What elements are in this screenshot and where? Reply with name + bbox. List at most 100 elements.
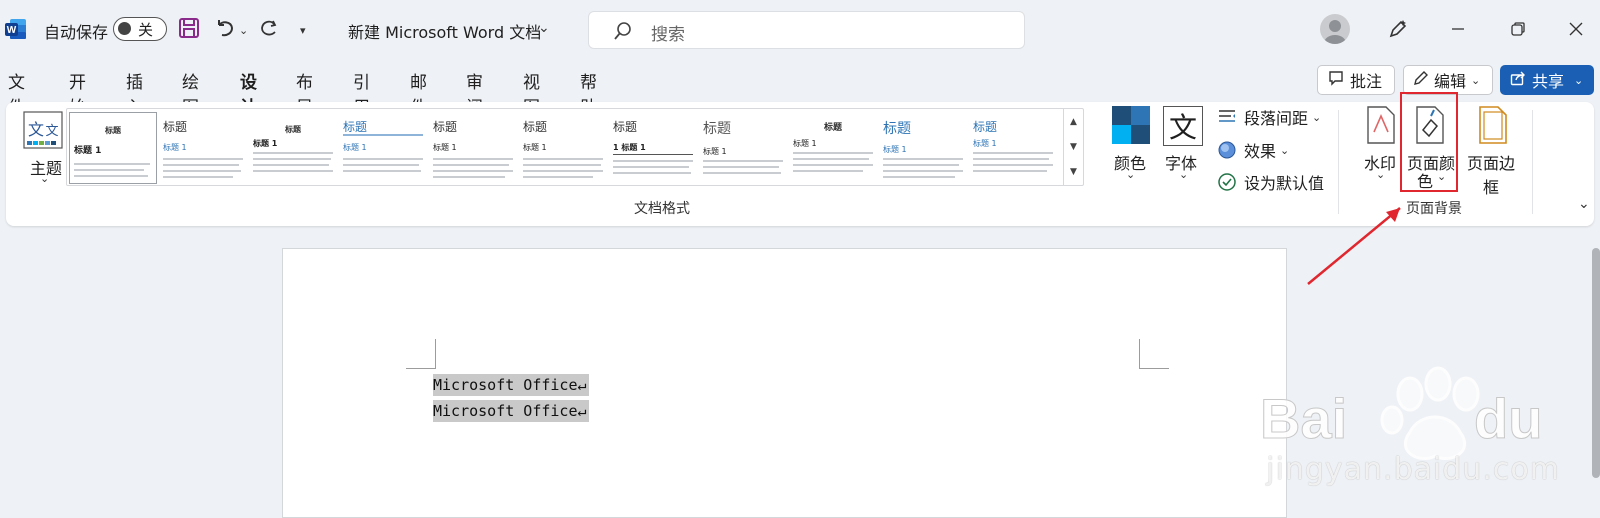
- style-set-gallery[interactable]: 标题 标题 1 标题 标题 1 标题 标题 1 标题 标题 1 标题 标题 1 …: [66, 108, 1084, 186]
- style-line: [253, 170, 333, 172]
- style-title: 标题: [523, 120, 548, 134]
- style-line: [793, 170, 863, 172]
- editing-mode-button[interactable]: 编辑 ⌄: [1403, 65, 1493, 95]
- style-set-7[interactable]: 标题 1 标题 1: [609, 112, 697, 184]
- style-line: [74, 169, 144, 171]
- close-icon[interactable]: [1564, 17, 1588, 41]
- style-title: 标题: [883, 121, 911, 137]
- style-set-1[interactable]: 标题 标题 1: [69, 112, 157, 184]
- gallery-scroll-down-icon[interactable]: ▼: [1064, 134, 1083, 159]
- style-set-8[interactable]: 标题 标题 1: [699, 112, 787, 184]
- minimize-icon[interactable]: [1446, 17, 1470, 41]
- document-text-line[interactable]: Microsoft Office↵: [433, 374, 589, 396]
- svg-text:文: 文: [45, 124, 58, 139]
- style-title: 标题: [105, 126, 121, 135]
- style-line: [613, 160, 693, 162]
- style-set-10[interactable]: 标题 标题 1: [879, 112, 967, 184]
- undo-icon[interactable]: [212, 15, 238, 41]
- page-background-group-label: 页面背景: [1406, 201, 1462, 217]
- style-line: [163, 158, 243, 160]
- watermark-button[interactable]: 水印 ⌄: [1356, 104, 1406, 192]
- style-line: [793, 158, 869, 160]
- autosave-toggle[interactable]: 关: [113, 17, 167, 41]
- style-set-3[interactable]: 标题 标题 1: [249, 112, 337, 184]
- style-line: [433, 164, 509, 166]
- effects-label: 效果: [1244, 142, 1277, 161]
- chevron-down-icon: ⌄: [1280, 143, 1290, 157]
- document-title[interactable]: 新建 Microsoft Word 文档: [348, 19, 541, 43]
- share-chevron-icon: ⌄: [1574, 73, 1584, 87]
- svg-text:文: 文: [28, 120, 44, 139]
- word-app-icon: W: [5, 17, 27, 41]
- edit-label: 编辑: [1434, 72, 1467, 91]
- colors-button[interactable]: 颜色 ⌄: [1106, 104, 1154, 192]
- style-heading: 标题 1: [163, 143, 187, 152]
- style-set-4[interactable]: 标题 标题 1: [339, 112, 427, 184]
- style-set-5[interactable]: 标题 标题 1: [429, 112, 517, 184]
- page-borders-button[interactable]: 页面边框: [1460, 104, 1522, 197]
- style-heading: 标题 1: [883, 145, 907, 154]
- style-set-6[interactable]: 标题 标题 1: [519, 112, 607, 184]
- style-set-11[interactable]: 标题 标题 1: [969, 112, 1057, 184]
- search-box[interactable]: 搜索: [588, 11, 1025, 49]
- set-as-default-label: 设为默认值: [1244, 174, 1325, 193]
- style-line: [253, 158, 331, 160]
- redo-icon[interactable]: [256, 15, 282, 41]
- crop-mark: [406, 339, 436, 369]
- watermark-chevron-icon: ⌄: [1376, 168, 1386, 181]
- style-set-2[interactable]: 标题 标题 1: [159, 112, 247, 184]
- style-rule: [613, 154, 693, 155]
- gallery-scrollbar: ▲ ▼ ▼: [1063, 109, 1083, 185]
- gallery-more-icon[interactable]: ▼: [1064, 159, 1083, 184]
- paragraph-spacing-label: 段落间距: [1244, 109, 1309, 128]
- style-line: [613, 172, 691, 174]
- style-line: [163, 164, 239, 166]
- paragraph-spacing-button[interactable]: 段落间距 ⌄: [1216, 105, 1321, 129]
- undo-dropdown-icon[interactable]: ⌄: [239, 24, 248, 37]
- style-title: 标题: [973, 120, 998, 134]
- avatar[interactable]: [1320, 14, 1350, 44]
- style-set-9[interactable]: 标题 标题 1: [789, 112, 877, 184]
- share-button[interactable]: 共享 ⌄: [1500, 65, 1594, 95]
- ribbon-collapse-chevron-icon[interactable]: ⌄: [1578, 196, 1590, 212]
- style-line: [973, 170, 1047, 172]
- style-line: [793, 164, 873, 166]
- share-icon: [1510, 70, 1526, 90]
- fonts-chevron-icon: ⌄: [1179, 168, 1189, 181]
- style-line: [523, 176, 593, 178]
- search-placeholder: 搜索: [651, 25, 685, 45]
- style-rule: [343, 134, 423, 136]
- svg-text:Bai: Bai: [1260, 387, 1347, 450]
- page-borders-label: 页面边框: [1466, 154, 1515, 197]
- style-line: [703, 172, 781, 174]
- customize-qat-icon[interactable]: ▾: [300, 24, 306, 37]
- gallery-scroll-up-icon[interactable]: ▲: [1064, 109, 1083, 134]
- style-line: [883, 158, 963, 160]
- fonts-button[interactable]: 文 字体 ⌄: [1159, 104, 1207, 192]
- designer-pen-icon[interactable]: [1386, 17, 1410, 41]
- style-line: [523, 164, 601, 166]
- themes-button[interactable]: 文 文 主题 ⌄: [16, 106, 68, 192]
- style-heading: 标题 1: [433, 143, 457, 152]
- document-page[interactable]: Microsoft Office↵ Microsoft Office↵: [282, 248, 1287, 518]
- title-chevron-down-icon[interactable]: ⌄: [538, 20, 550, 36]
- crop-mark: [1139, 339, 1169, 369]
- comments-button[interactable]: 批注: [1317, 65, 1395, 95]
- style-line: [973, 164, 1053, 166]
- style-title: 标题: [163, 120, 188, 134]
- document-text-line[interactable]: Microsoft Office↵: [433, 400, 589, 422]
- page-color-highlight: [1400, 92, 1458, 192]
- colors-palette-icon: [1112, 106, 1150, 148]
- restore-icon[interactable]: [1506, 17, 1530, 41]
- style-line: [523, 158, 603, 160]
- svg-text:W: W: [7, 25, 17, 36]
- vertical-scrollbar[interactable]: [1592, 248, 1600, 478]
- svg-text:du: du: [1474, 387, 1542, 450]
- chevron-down-icon: ⌄: [1471, 73, 1481, 87]
- set-as-default-button[interactable]: 设为默认值: [1216, 170, 1324, 194]
- style-heading: 标题 1: [523, 143, 547, 152]
- style-line: [433, 158, 513, 160]
- save-icon[interactable]: [176, 15, 202, 41]
- effects-button[interactable]: 效果 ⌄: [1216, 138, 1289, 162]
- style-line: [433, 170, 513, 172]
